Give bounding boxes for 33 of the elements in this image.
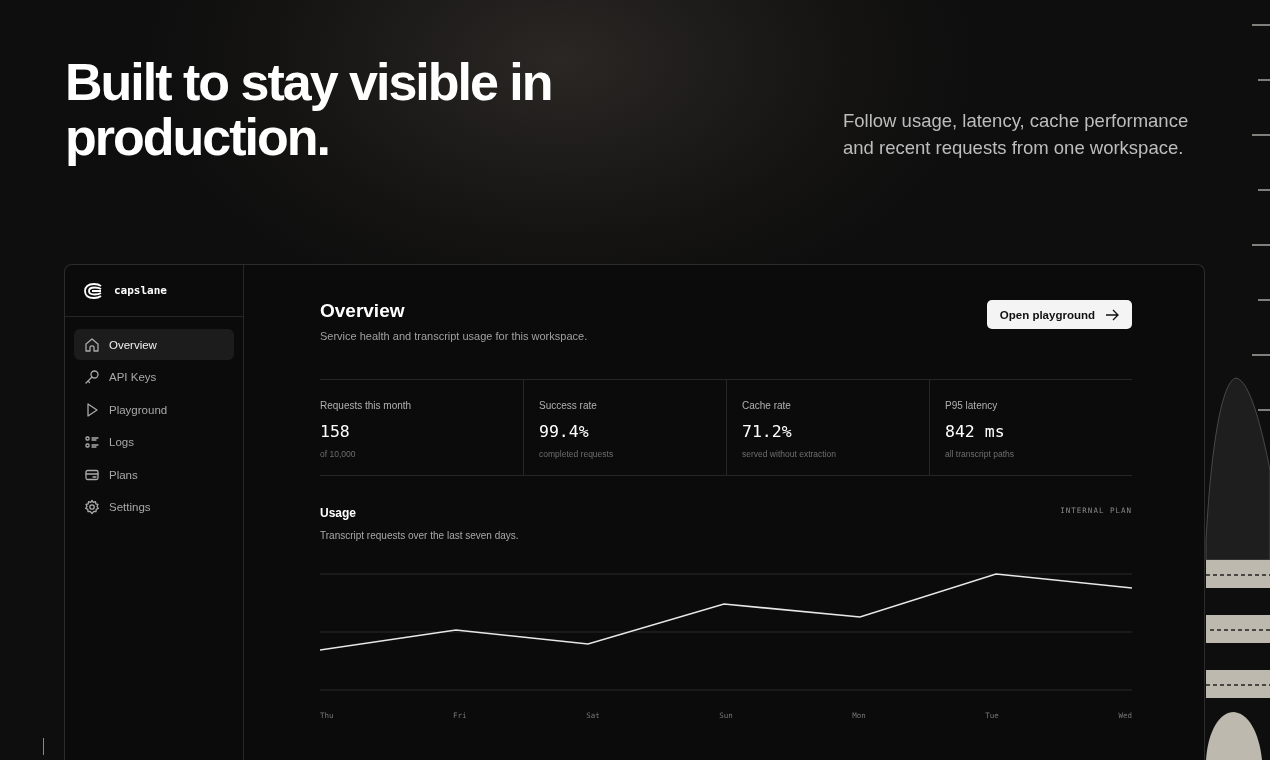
stat-value: 99.4% (539, 422, 590, 441)
arrow-icon (1105, 308, 1119, 321)
logo-icon (84, 282, 104, 299)
open-playground-button[interactable]: Open playground (986, 300, 1132, 329)
settings-icon (84, 499, 100, 515)
page-description: Service health and transcript usage for this workspace. (320, 330, 588, 342)
nav-item[interactable]: Logs (74, 426, 234, 458)
nav-item[interactable]: Settings (74, 491, 234, 523)
nav-item[interactable]: Overview (74, 329, 234, 360)
nav-item[interactable]: Playground (74, 394, 234, 425)
nav-item[interactable]: Plans (74, 459, 234, 490)
stat-value: 71.2% (742, 422, 793, 441)
stat-value: 842 ms (945, 422, 1006, 441)
brand-name: capslane (114, 284, 167, 297)
stat-note: served without extraction (742, 449, 838, 459)
hero-heading: Built to stay visible in production. (65, 55, 553, 168)
section-description: Transcript requests over the last seven days. (320, 530, 519, 541)
play-icon (84, 401, 100, 418)
section-title: Usage (320, 506, 358, 520)
list-icon (84, 434, 100, 450)
home-icon (84, 336, 100, 353)
stat-label: Requests this month (320, 400, 413, 411)
stat-label: P95 latency (945, 400, 999, 411)
stat-note: of 10,000 (320, 449, 357, 459)
page-title: Overview (320, 300, 406, 322)
stat-value: 158 (320, 422, 351, 441)
stat-label: Success rate (539, 400, 598, 411)
stat-note: completed requests (539, 449, 615, 459)
stat-note: all transcript paths (945, 449, 1015, 459)
stat-label: Cache rate (742, 400, 792, 411)
nav-item[interactable]: API Keys (74, 361, 234, 393)
key-icon (84, 369, 100, 385)
hero-description: Follow usage, latency, cache performance and recent requests from one workspace. (843, 109, 1190, 160)
